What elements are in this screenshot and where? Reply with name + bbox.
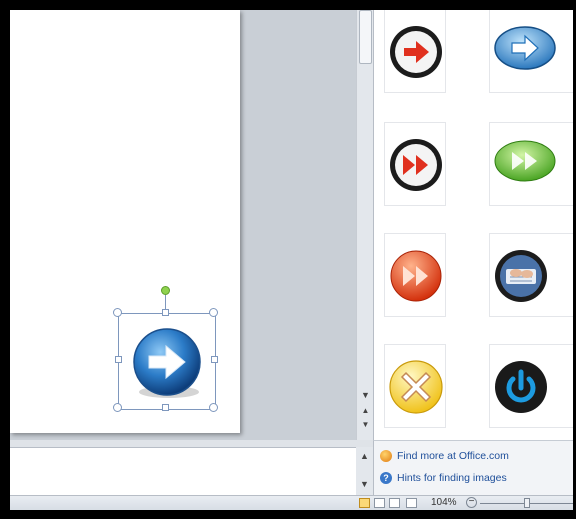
zoom-out-button[interactable]: − <box>466 497 477 508</box>
hints-link[interactable]: ? Hints for finding images <box>380 472 507 484</box>
reading-view-button[interactable] <box>389 498 400 508</box>
resize-handle-w[interactable] <box>115 356 122 363</box>
notes-scroll-down[interactable]: ▼ <box>356 477 373 491</box>
clip-tile[interactable] <box>384 10 446 93</box>
zoom-slider-thumb[interactable] <box>524 498 530 508</box>
notes-scroll-up[interactable]: ▲ <box>356 449 373 463</box>
clip-tile[interactable] <box>489 122 573 206</box>
clip-tile[interactable] <box>489 10 573 93</box>
green-fast-forward-icon <box>494 140 556 182</box>
resize-handle-s[interactable] <box>162 404 169 411</box>
clip-art-links: Find more at Office.com ? Hints for find… <box>373 440 573 496</box>
red-fast-forward-icon <box>390 139 442 191</box>
slide-show-button[interactable] <box>406 498 417 508</box>
notes-scrollbar[interactable]: ▲ ▼ <box>356 447 373 495</box>
blue-arrow-oval-icon <box>494 26 556 70</box>
powerpoint-window: ▼ ▲ ▼ ▲ ▼ Find more at Office.com ? Hint… <box>10 10 573 510</box>
clip-tile[interactable] <box>489 233 573 317</box>
resize-handle-ne[interactable] <box>209 308 218 317</box>
hints-label[interactable]: Hints for finding images <box>397 472 507 484</box>
orange-fast-forward-icon <box>390 250 442 302</box>
scrollbar-thumb[interactable] <box>359 10 372 64</box>
resize-handle-se[interactable] <box>209 403 218 412</box>
office-globe-icon <box>380 450 392 462</box>
zoom-level[interactable]: 104% <box>431 497 457 508</box>
scroll-down-button[interactable]: ▼ <box>357 388 374 402</box>
resize-handle-e[interactable] <box>211 356 218 363</box>
selected-clip-art[interactable] <box>118 313 216 410</box>
slide-canvas <box>10 10 356 440</box>
next-slide-button[interactable]: ▼ <box>357 418 374 432</box>
red-arrow-circle-icon <box>390 26 442 78</box>
clip-tile[interactable] <box>489 344 573 428</box>
clip-tile[interactable] <box>384 122 446 206</box>
normal-view-button[interactable] <box>359 498 370 508</box>
yellow-x-icon <box>389 360 443 414</box>
previous-slide-button[interactable]: ▲ <box>357 404 374 418</box>
clip-tile[interactable] <box>384 344 446 428</box>
find-more-label[interactable]: Find more at Office.com <box>397 450 509 462</box>
notes-pane[interactable] <box>10 447 356 496</box>
blue-arrow-icon <box>133 328 201 398</box>
find-more-link[interactable]: Find more at Office.com <box>380 450 509 462</box>
keyboard-hands-icon <box>495 250 547 302</box>
slide[interactable] <box>10 10 240 433</box>
slide-scrollbar[interactable]: ▼ ▲ ▼ <box>356 10 374 440</box>
help-icon: ? <box>380 472 392 484</box>
resize-handle-sw[interactable] <box>113 403 122 412</box>
resize-handle-n[interactable] <box>162 309 169 316</box>
status-bar: 104% − <box>10 495 573 510</box>
slide-sorter-button[interactable] <box>374 498 385 508</box>
blue-power-icon <box>495 361 547 413</box>
clip-tile[interactable] <box>384 233 446 317</box>
rotation-handle[interactable] <box>161 286 170 295</box>
clip-art-results <box>373 10 573 440</box>
resize-handle-nw[interactable] <box>113 308 122 317</box>
